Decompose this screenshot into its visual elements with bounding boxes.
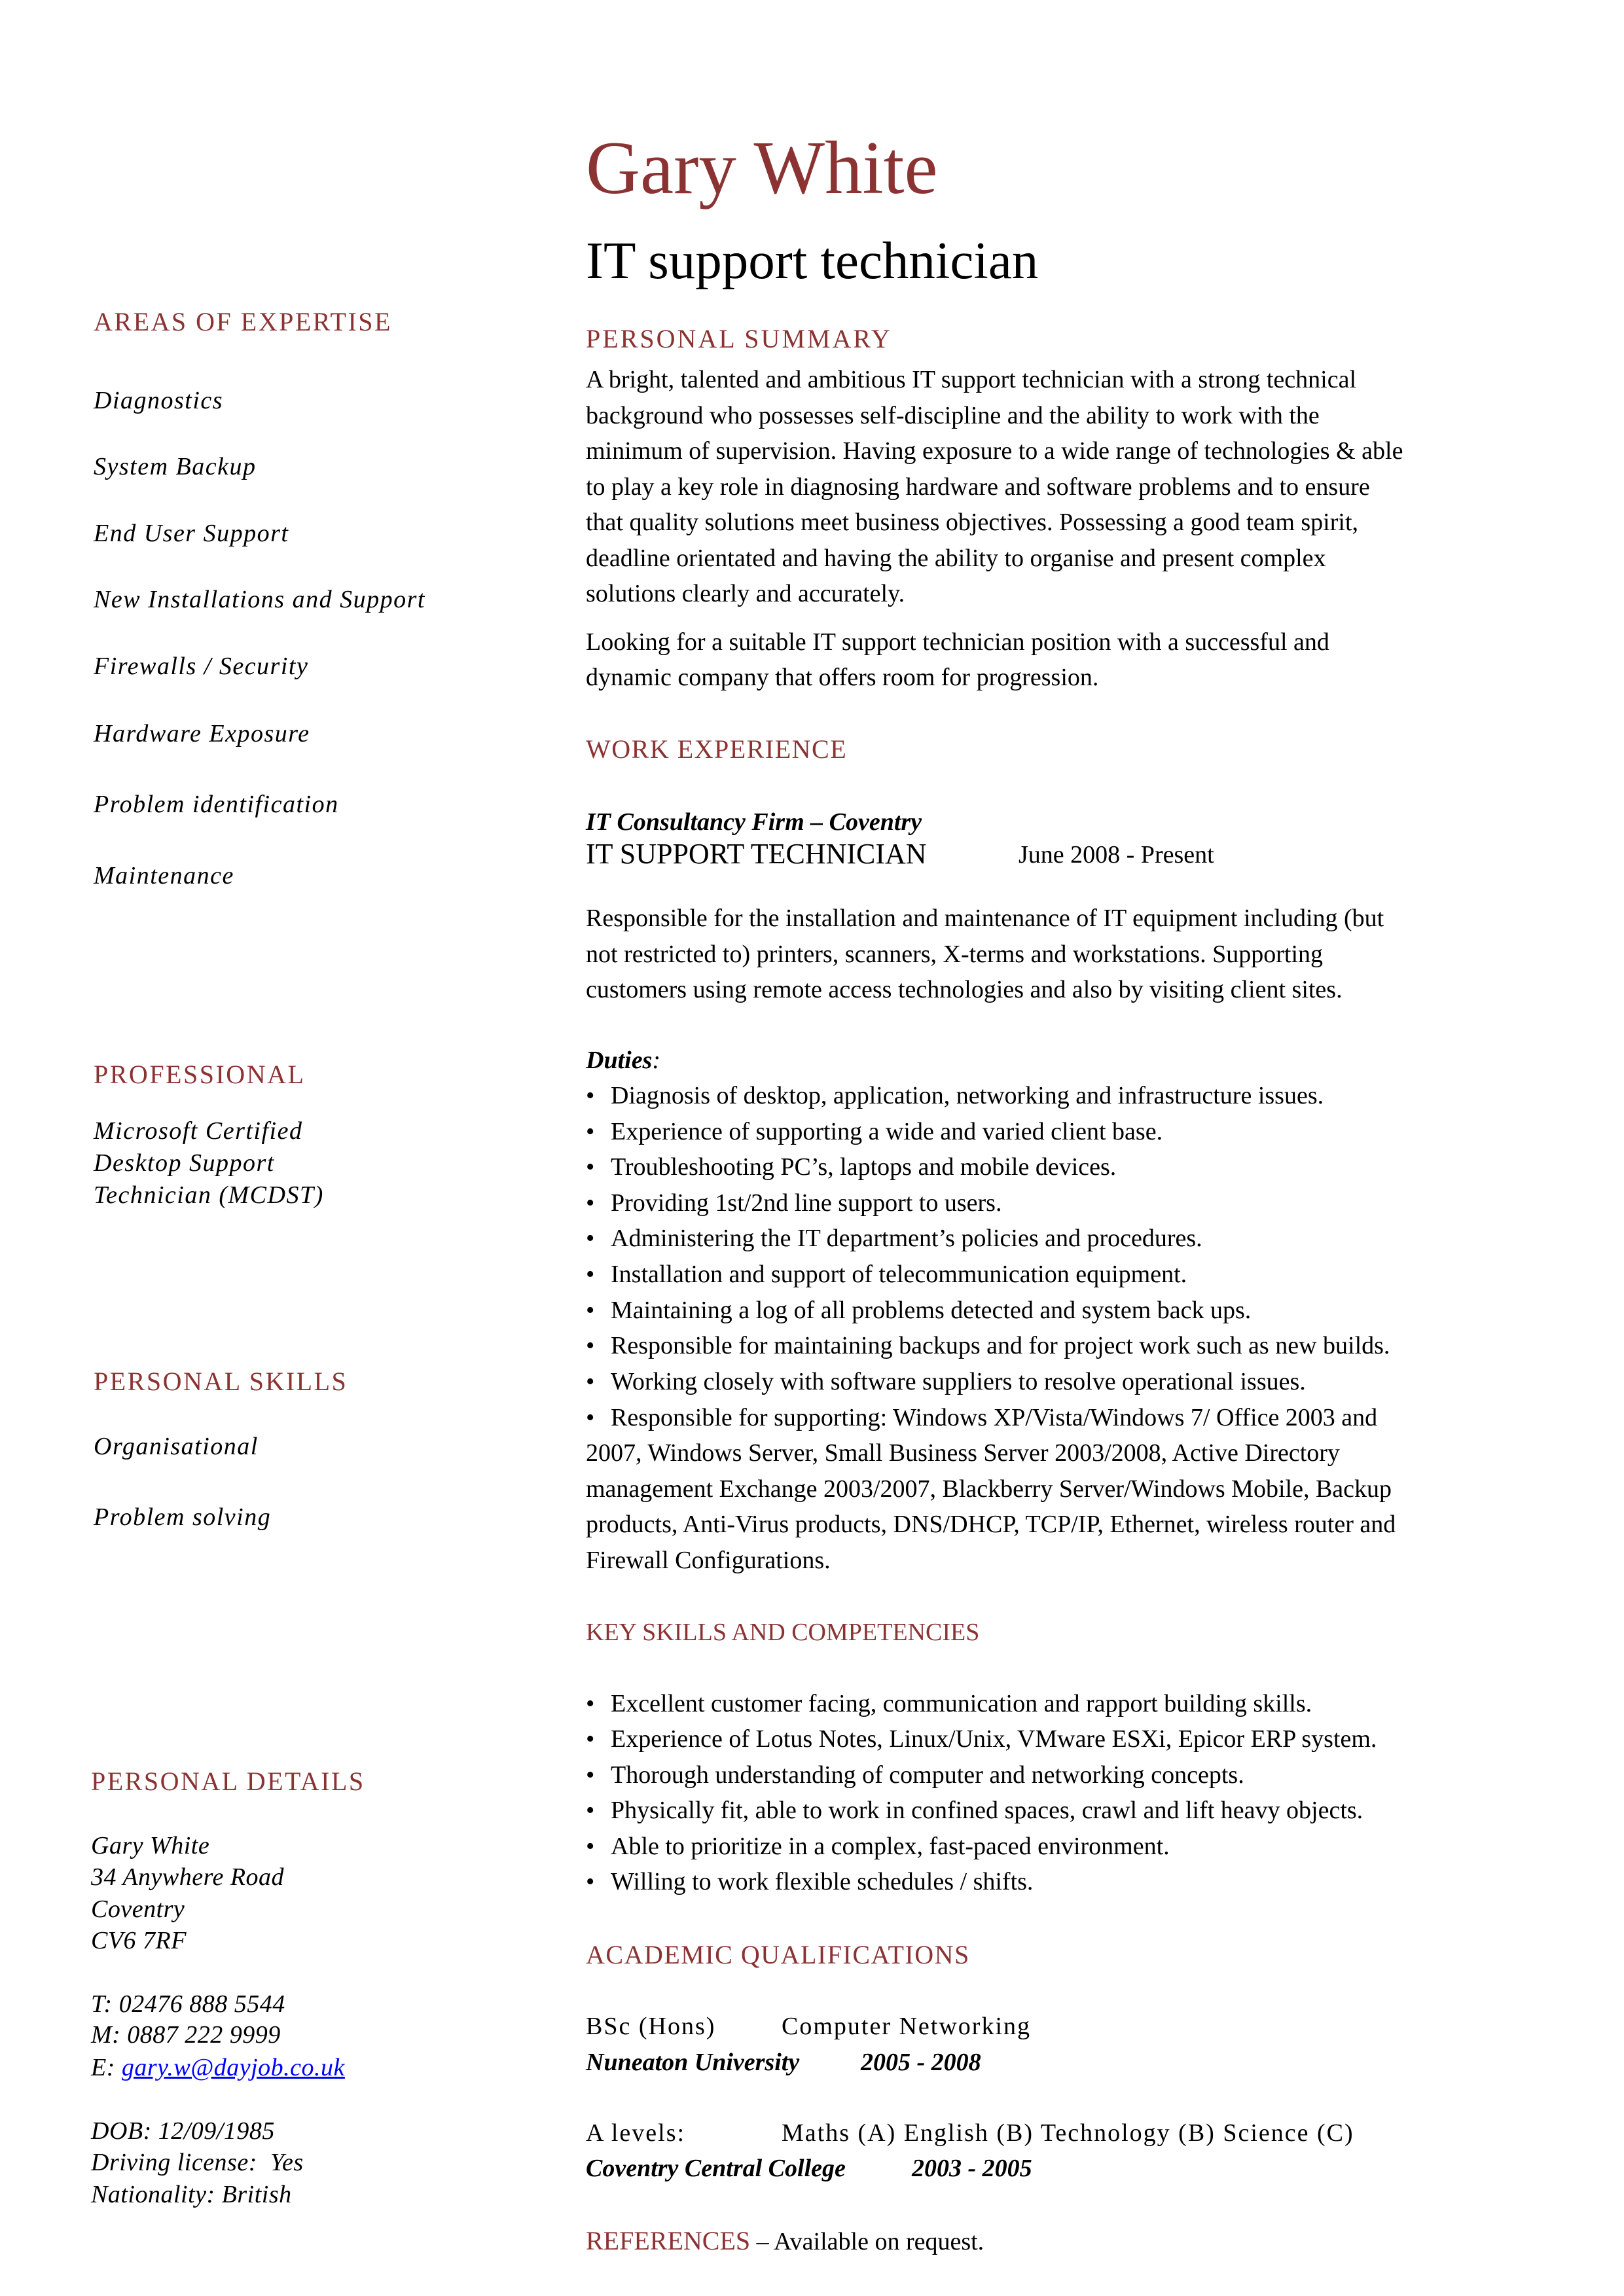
- personal-details-heading: PERSONAL DETAILS: [91, 1767, 365, 1796]
- details-nationality: Nationality: British: [91, 2181, 292, 2208]
- personal-skill-item: Organisational: [94, 1433, 259, 1460]
- bullet-icon: •: [586, 1725, 595, 1753]
- degree-subject: Computer Networking: [782, 2013, 1032, 2040]
- candidate-name: Gary White: [586, 126, 938, 209]
- duty-item: • Experience of supporting a wide and var…: [586, 1118, 1163, 1145]
- bullet-icon: •: [586, 1368, 595, 1395]
- alevels-level: A levels:: [586, 2119, 686, 2147]
- details-mobile: M: 0887 222 9999: [91, 2021, 281, 2049]
- alevels-years: 2003 - 2005: [912, 2155, 1032, 2182]
- key-skill-item: • Excellent customer facing, communicatio…: [586, 1690, 1312, 1717]
- duty-item: • Responsible for maintaining backups and…: [586, 1332, 1390, 1359]
- references-row: REFERENCES – Available on request.: [586, 2226, 984, 2255]
- personal-skill-item: Problem solving: [94, 1503, 272, 1531]
- duty-item-last-line: 2007, Windows Server, Small Business Ser…: [586, 1439, 1340, 1467]
- work-description-line: Responsible for the installation and mai…: [586, 905, 1384, 932]
- duty-item-last-line: Firewall Configurations.: [586, 1547, 831, 1574]
- position-dates: June 2008 - Present: [1019, 841, 1214, 869]
- summary-line: Looking for a suitable IT support techni…: [586, 628, 1329, 656]
- professional-line: Desktop Support: [94, 1149, 275, 1177]
- alevels-institution: Coventry Central College: [586, 2155, 846, 2182]
- bullet-icon: •: [586, 1261, 595, 1288]
- bullet-icon: •: [586, 1797, 595, 1824]
- bullet-icon: •: [586, 1118, 595, 1145]
- professional-line: Technician (MCDST): [94, 1181, 324, 1209]
- summary-line: A bright, talented and ambitious IT supp…: [586, 366, 1357, 393]
- bullet-icon: •: [586, 1690, 595, 1717]
- company-name: IT Consultancy Firm – Coventry: [586, 808, 922, 836]
- bullet-icon: •: [586, 1404, 595, 1431]
- details-dob: DOB: 12/09/1985: [91, 2117, 275, 2145]
- duty-item-last-line: • Responsible for supporting: Windows XP/…: [586, 1404, 1378, 1431]
- summary-line: deadline orientated and having the abili…: [586, 545, 1326, 572]
- bullet-icon: •: [586, 1082, 595, 1109]
- details-email-row: E: gary.w@dayjob.co.uk: [91, 2055, 345, 2080]
- duty-item: • Working closely with software suppliers…: [586, 1368, 1306, 1395]
- areas-of-expertise-heading: AREAS OF EXPERTISE: [94, 307, 392, 336]
- key-skill-item: • Willing to work flexible schedules / sh…: [586, 1868, 1034, 1895]
- details-name: Gary White: [91, 1832, 210, 1859]
- bullet-icon: •: [586, 1868, 595, 1895]
- email-link[interactable]: gary.w@dayjob.co.uk: [122, 2054, 345, 2081]
- email-label: E:: [91, 2054, 122, 2081]
- professional-line: Microsoft Certified: [94, 1117, 303, 1145]
- summary-line: background who possesses self-discipline…: [586, 402, 1320, 429]
- details-address-line: CV6 7RF: [91, 1927, 187, 1954]
- expertise-item: Firewalls / Security: [94, 653, 309, 680]
- details-driving-license: Driving license: Yes: [91, 2149, 304, 2176]
- references-text: – Available on request.: [750, 2228, 984, 2255]
- degree-years: 2005 - 2008: [861, 2049, 981, 2076]
- duty-item: • Installation and support of telecommuni…: [586, 1261, 1187, 1288]
- position-title: IT SUPPORT TECHNICIAN: [586, 838, 927, 870]
- key-skills-heading: KEY SKILLS AND COMPETENCIES: [586, 1619, 980, 1646]
- personal-skills-heading: PERSONAL SKILLS: [94, 1367, 348, 1396]
- expertise-item: Hardware Exposure: [94, 720, 310, 747]
- alevels-subjects: Maths (A) English (B) Technology (B) Sci…: [782, 2119, 1354, 2147]
- bullet-icon: •: [586, 1761, 595, 1789]
- key-skill-item: • Able to prioritize in a complex, fast-p…: [586, 1833, 1170, 1860]
- bullet-icon: •: [586, 1297, 595, 1324]
- duty-item: • Diagnosis of desktop, application, netw…: [586, 1082, 1324, 1109]
- expertise-item: System Backup: [94, 453, 257, 480]
- expertise-item: End User Support: [94, 520, 289, 547]
- summary-line: to play a key role in diagnosing hardwar…: [586, 473, 1370, 501]
- bullet-icon: •: [586, 1833, 595, 1860]
- summary-line: dynamic company that offers room for pro…: [586, 664, 1099, 691]
- duty-item-last-line: management Exchange 2003/2007, Blackberr…: [586, 1475, 1392, 1503]
- details-address-line: Coventry: [91, 1895, 185, 1923]
- expertise-item: Diagnostics: [94, 387, 224, 414]
- degree-institution: Nuneaton University: [586, 2049, 800, 2076]
- duty-item: • Providing 1st/2nd line support to users…: [586, 1189, 1002, 1217]
- summary-line: that quality solutions meet business obj…: [586, 509, 1359, 536]
- job-title: IT support technician: [586, 231, 1039, 290]
- personal-summary-heading: PERSONAL SUMMARY: [586, 324, 892, 353]
- key-skill-item: • Experience of Lotus Notes, Linux/Unix, …: [586, 1725, 1377, 1753]
- bullet-icon: •: [586, 1225, 595, 1252]
- duty-item: • Maintaining a log of all problems detec…: [586, 1297, 1252, 1324]
- bullet-icon: •: [586, 1332, 595, 1359]
- bullet-icon: •: [586, 1153, 595, 1181]
- summary-line: minimum of supervision. Having exposure …: [586, 437, 1403, 465]
- details-phone: T: 02476 888 5544: [91, 1990, 285, 2018]
- academic-heading: ACADEMIC QUALIFICATIONS: [586, 1940, 970, 1969]
- expertise-item: Maintenance: [94, 862, 234, 889]
- work-description-line: not restricted to) printers, scanners, X…: [586, 941, 1324, 968]
- summary-line: solutions clearly and accurately.: [586, 580, 905, 607]
- duty-item: • Troubleshooting PC’s, laptops and mobil…: [586, 1153, 1117, 1181]
- key-skill-item: • Thorough understanding of computer and …: [586, 1761, 1244, 1789]
- key-skill-item: • Physically fit, able to work in confine…: [586, 1797, 1363, 1824]
- work-description-line: customers using remote access technologi…: [586, 976, 1343, 1003]
- degree-level: BSc (Hons): [586, 2013, 716, 2040]
- duty-item: • Administering the IT department’s polic…: [586, 1225, 1202, 1252]
- bullet-icon: •: [586, 1189, 595, 1217]
- expertise-item: Problem identification: [94, 791, 339, 818]
- duties-label: Duties:: [586, 1047, 661, 1074]
- expertise-item: New Installations and Support: [94, 586, 425, 613]
- professional-heading: PROFESSIONAL: [94, 1060, 306, 1089]
- work-experience-heading: WORK EXPERIENCE: [586, 734, 848, 764]
- details-address-line: 34 Anywhere Road: [91, 1863, 285, 1891]
- references-heading: REFERENCES: [586, 2226, 751, 2255]
- duty-item-last-line: products, Anti-Virus products, DNS/DHCP,…: [586, 1511, 1396, 1538]
